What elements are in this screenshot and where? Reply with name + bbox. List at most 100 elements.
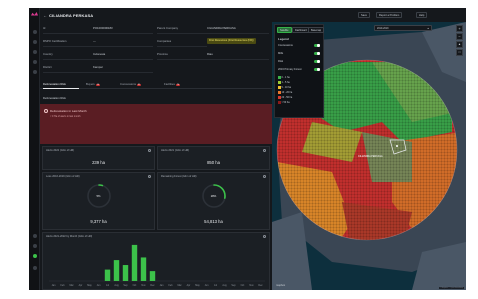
zoom-in-icon[interactable]: +: [456, 25, 463, 32]
chart-tick-label: Oct: [133, 284, 137, 287]
risk-label: 0 - 1 ha: [281, 76, 290, 79]
alerts-2022-card: Alerts 2022 (Glim of Hill) 239 ha: [42, 146, 155, 170]
info-label: District: [43, 61, 93, 73]
card-value: 239 ha: [92, 160, 105, 165]
tab-facilities[interactable]: Facilities 70: [164, 82, 181, 86]
rail-map-icon[interactable]: [32, 30, 37, 34]
compass-icon[interactable]: ▲: [456, 41, 463, 48]
date-range-selector[interactable]: 2019-2019 ●: [374, 25, 432, 31]
slider-icon: ●: [427, 27, 429, 30]
satellite-button[interactable]: Satellite: [277, 27, 292, 33]
rail-list-icon[interactable]: [32, 40, 37, 44]
risk-legend-item: > 50 ha: [278, 101, 292, 106]
company-highlight[interactable]: First Resources (First Resources (FR)): [207, 38, 256, 44]
chart-tick-label: Aug: [222, 284, 227, 287]
chart-tick-label: Sep: [231, 284, 236, 287]
icon-rail: [29, 8, 40, 290]
card-value: 9,377 ha: [90, 219, 107, 224]
chart-tick-label: Jun: [205, 284, 210, 287]
chart-bar[interactable]: [149, 271, 156, 281]
tab-buyers[interactable]: Buyers 10: [86, 82, 100, 86]
rail-supplier-icon[interactable]: [32, 70, 37, 74]
chart-bar[interactable]: [131, 244, 138, 281]
app-logo-icon[interactable]: [31, 12, 38, 17]
deforestation-alert[interactable]: Deforestation in Last Month < 0 Ha of al…: [40, 104, 272, 144]
chart-tick-label: Feb: [60, 284, 65, 287]
risk-legend-list: 0 - 1 ha 1 - 5 ha 5 - 10 ha 10 - 20 ha 20 - …: [278, 76, 292, 106]
info-icon[interactable]: [263, 175, 266, 178]
remaining-forest-card: Remaining Forest (Glim of Hill) 28% 54,8…: [157, 172, 270, 230]
save-button[interactable]: Save: [358, 12, 370, 18]
back-arrow-icon[interactable]: ←: [43, 13, 47, 18]
map-attribution[interactable]: © Mapbox © OpenStreetMap: [438, 287, 464, 289]
chart-bar[interactable]: [104, 269, 111, 281]
card-title: Remaining Forest (Glim of Hill): [161, 175, 197, 178]
card-title: Loss 2016-2019 (Glim of Hill): [46, 175, 80, 178]
rail-settings-icon[interactable]: [32, 234, 37, 238]
info-value: Riau: [207, 48, 269, 60]
info-icon[interactable]: [148, 149, 151, 152]
risk-label: 10 - 20 ha: [281, 91, 293, 94]
rail-status-icon[interactable]: [32, 254, 37, 258]
chart-tick-label: Jan: [52, 284, 57, 287]
top-bar: ← CILIANDRA PERKASA Save Report a Proble…: [40, 8, 466, 22]
count-badge: 70: [175, 84, 181, 86]
chart-tick-label: Apr: [79, 284, 83, 287]
tab-deforestation-risk[interactable]: Deforestation Risk: [43, 82, 66, 86]
map-view[interactable]: CILIANDRA PERKASA Satellite Dashboard Ba…: [272, 22, 466, 290]
chart-tick-label: Dec: [258, 284, 263, 287]
monthly-bar-chart: Jan Feb Mar Apr May Jun Jul Aug Sep Oct Nov Dec Jan F…: [49, 244, 265, 287]
mills-toggle[interactable]: [314, 52, 320, 55]
report-problem-button[interactable]: Report a Problem: [376, 12, 403, 18]
map-place-label: CILIANDRA PERKASA: [358, 155, 383, 158]
tab-concessions[interactable]: Concessions 31: [120, 82, 142, 86]
card-title: Alerts 2022 (Glim of Hill): [46, 149, 75, 152]
info-icon[interactable]: [263, 149, 266, 152]
rail-company-icon[interactable]: [32, 50, 37, 54]
count-badge: 10: [95, 84, 100, 86]
chart-tick-label: Jul: [214, 284, 218, 287]
chart-bar[interactable]: [113, 260, 120, 281]
info-value: PO1000000183: [93, 22, 153, 34]
risk-toggle[interactable]: [314, 60, 320, 63]
date-range-value: 2019-2019: [377, 27, 389, 30]
rail-mill-icon[interactable]: [32, 60, 37, 64]
chart-tick-label: Oct: [241, 284, 245, 287]
remaining-percent: 28%: [210, 194, 217, 198]
chart-bar[interactable]: [140, 257, 147, 281]
help-button[interactable]: Help: [416, 12, 428, 18]
info-label: Id: [43, 22, 93, 34]
alerts-2021-card: Alerts 2021 (Glim of Hill) 850 ha: [157, 146, 270, 170]
rail-help-icon[interactable]: [32, 244, 37, 248]
alert-subtitle: < 0 Ha of alerts in last month: [50, 115, 81, 118]
card-value: 54,813 ha: [204, 219, 223, 224]
tab-label: Facilities: [164, 82, 175, 86]
info-label: Country: [43, 48, 93, 60]
fullscreen-icon[interactable]: □: [456, 49, 463, 56]
rail-user-icon[interactable]: [32, 266, 37, 270]
info-label: Companies: [157, 35, 207, 47]
layer-mills: Mills: [278, 52, 284, 55]
alert-icon: [44, 108, 48, 113]
zoom-out-icon[interactable]: −: [456, 33, 463, 40]
risk-swatch: [278, 86, 281, 89]
concessions-toggle[interactable]: [314, 44, 320, 47]
chart-bar[interactable]: [122, 265, 129, 281]
chart-tick-label: Dec: [150, 284, 155, 287]
risk-swatch: [278, 76, 281, 79]
loss-card: Loss 2016-2019 (Glim of Hill) 5% 9,377 h…: [42, 172, 155, 230]
basemap-button[interactable]: Basemap: [308, 27, 325, 33]
info-icon[interactable]: [148, 175, 151, 178]
info-icon[interactable]: [263, 235, 266, 238]
alert-title: Deforestation in Last Month: [50, 109, 87, 113]
monthly-alerts-card: Alerts 2021-2022 by Month (Glim of Hill)…: [42, 232, 270, 290]
card-value: 850 ha: [207, 160, 220, 165]
chart-tick-label: Jul: [106, 284, 110, 287]
tab-label: Concessions: [120, 82, 137, 86]
risk-label: 1 - 5 ha: [281, 81, 290, 84]
risk-swatch: [278, 81, 281, 84]
section-title: Deforestation Risk: [43, 96, 66, 100]
info-label: RSPO Certification: [43, 35, 93, 47]
primary-forest-toggle[interactable]: [314, 68, 320, 71]
app-window: ← CILIANDRA PERKASA Save Report a Proble…: [29, 8, 466, 290]
